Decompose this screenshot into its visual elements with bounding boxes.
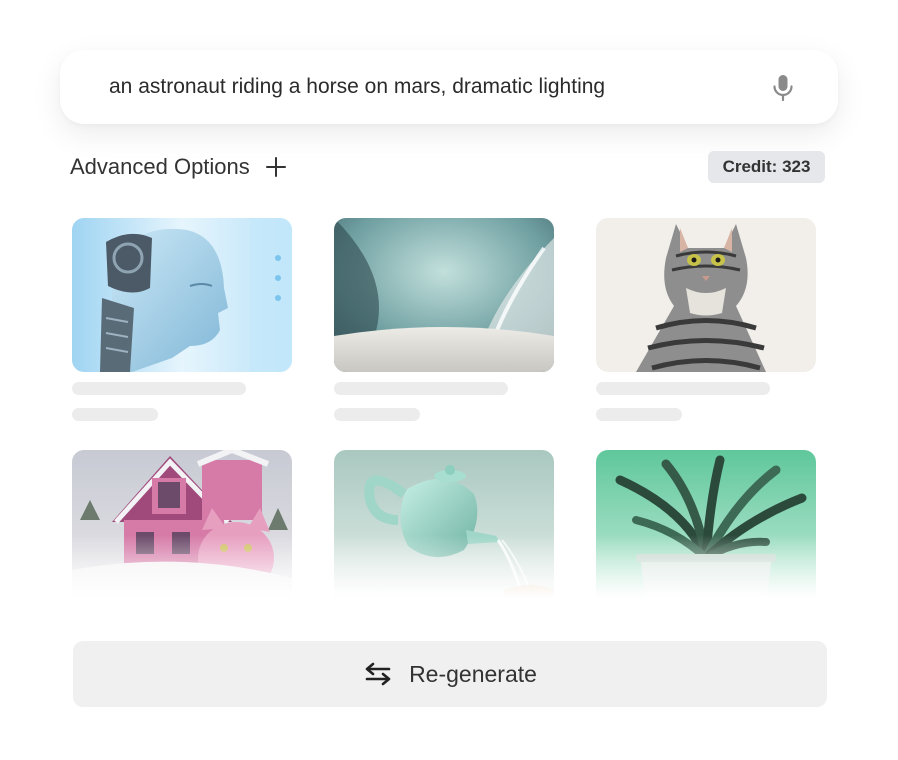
prompt-input[interactable]: an astronaut riding a horse on mars, dra… [109,75,605,99]
result-card [72,450,292,604]
title-placeholder [72,382,246,395]
title-placeholder [334,382,508,395]
result-card [334,218,554,421]
result-thumbnail-plant[interactable] [596,450,816,604]
result-thumbnail-robot[interactable] [72,218,292,372]
subtitle-placeholder [596,408,682,421]
advanced-options-label: Advanced Options [70,154,250,179]
title-placeholder [596,382,770,395]
regenerate-button[interactable]: Re-generate [73,641,827,707]
result-thumbnail-cat[interactable] [596,218,816,372]
microphone-icon[interactable] [770,74,796,102]
regenerate-label: Re-generate [409,660,537,687]
subtitle-placeholder [72,408,158,421]
prompt-bar[interactable]: an astronaut riding a horse on mars, dra… [60,50,838,124]
result-card [596,450,816,604]
result-thumbnail-abstract[interactable] [334,218,554,372]
plus-icon[interactable] [264,155,288,179]
result-thumbnail-watering-can[interactable] [334,450,554,604]
result-card [72,218,292,421]
subtitle-placeholder [334,408,420,421]
result-card [596,218,816,421]
result-thumbnail-pink-house[interactable] [72,450,292,604]
result-card [334,450,554,604]
credit-badge: Credit: 323 [708,151,825,183]
swap-arrows-icon [365,662,391,686]
advanced-options-toggle[interactable]: Advanced Options [70,150,288,184]
